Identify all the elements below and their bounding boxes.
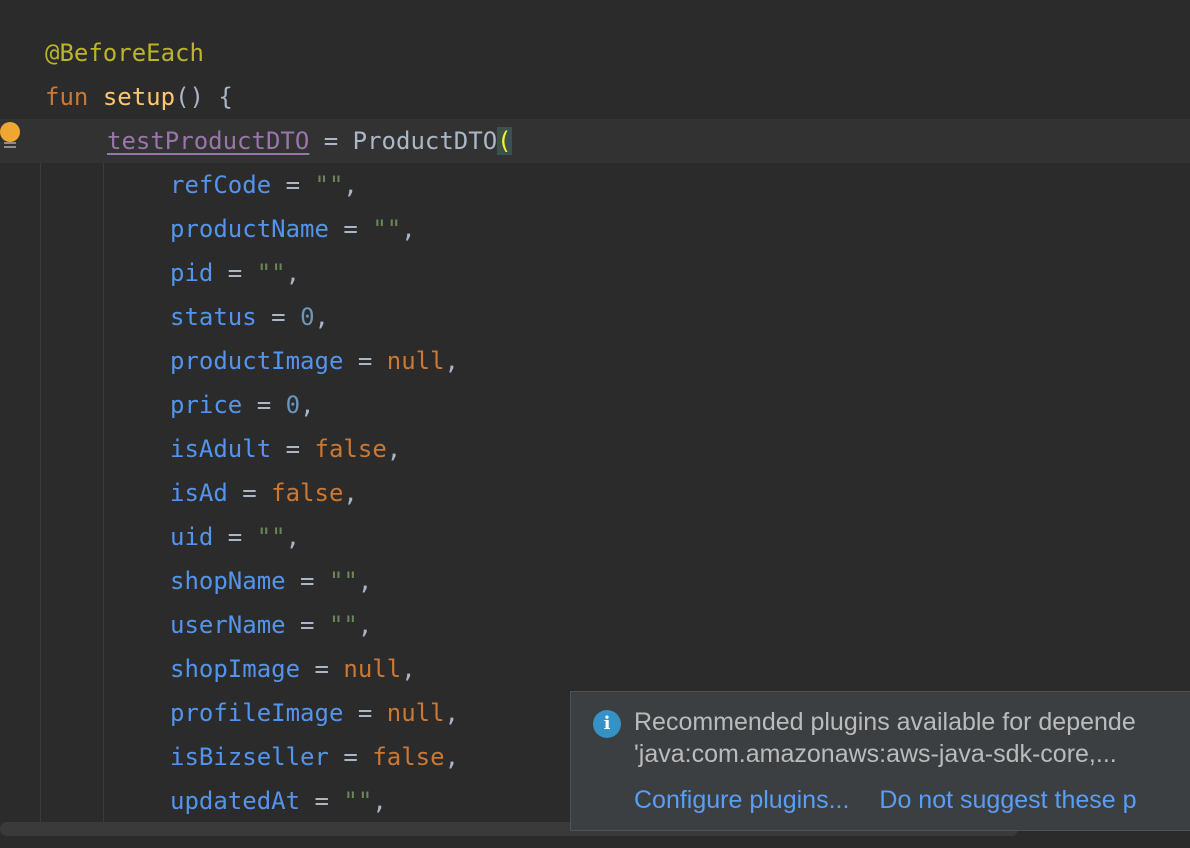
function-tail-token: () { [175,83,233,111]
editor-bottom-edge [0,836,1190,848]
parameter-name-token: profileImage [170,699,344,727]
lightbulb-icon[interactable] [0,121,22,151]
annotation-token: @BeforeEach [45,39,204,67]
argument-value-token: "" [256,259,286,287]
notification-line-1: Recommended plugins available for depend… [634,708,1136,736]
parameter-name-token: userName [170,611,286,639]
code-line-argument: isAd = false, [170,479,358,507]
parameter-name-token: shopImage [170,655,301,683]
argument-value-token: "" [328,611,358,639]
argument-value-token: false [372,743,445,771]
function-name-token: setup [102,83,176,111]
info-icon: i [593,710,621,738]
code-line-argument: updatedAt = "", [170,787,387,815]
argument-value-token: "" [328,567,358,595]
code-line-function: fun setup() { [45,75,233,119]
operator-token: = [309,127,353,155]
code-line-argument: isBizseller = false, [170,743,460,771]
parameter-name-token: isAd [170,479,228,507]
argument-value-token: null [343,655,402,683]
code-line-argument: productImage = null, [170,347,459,375]
code-line-argument: shopImage = null, [170,655,416,683]
matched-paren: ( [497,127,512,155]
plugin-notification: i Recommended plugins available for depe… [570,691,1190,831]
parameter-name-token: isAdult [170,435,272,463]
parameter-name-token: updatedAt [170,787,301,815]
parameter-name-token: pid [170,259,214,287]
argument-value-token: null [386,699,445,727]
argument-value-token: false [314,435,387,463]
indent-guide [40,163,41,822]
code-line-argument: shopName = "", [170,567,373,595]
do-not-suggest-link[interactable]: Do not suggest these p [879,786,1136,814]
parameter-name-token: shopName [170,567,286,595]
keyword-token: fun [45,83,89,111]
argument-value-token: null [386,347,445,375]
argument-value-token: "" [343,787,373,815]
parameter-name-token: price [170,391,243,419]
notification-line-2: 'java:com.amazonaws:aws-java-sdk-core,..… [634,740,1117,768]
parameter-name-token: refCode [170,171,272,199]
code-line-assignment: testProductDTO = ProductDTO( [107,119,512,163]
argument-value-token: 0 [285,391,301,419]
parameter-name-token: productName [170,215,329,243]
parameter-name-token: productImage [170,347,344,375]
argument-value-token: "" [256,523,286,551]
code-line-argument: price = 0, [170,391,315,419]
code-line-argument: isAdult = false, [170,435,402,463]
indent-guide [103,163,104,822]
parameter-name-token: isBizseller [170,743,329,771]
argument-value-token: false [271,479,344,507]
property-token: testProductDTO [107,127,310,155]
code-line-argument: productName = "", [170,215,416,243]
code-line-argument: status = 0, [170,303,329,331]
notification-message: Recommended plugins available for depend… [634,706,1136,770]
configure-plugins-link[interactable]: Configure plugins... [634,786,849,814]
argument-value-token: 0 [300,303,315,331]
notification-actions: Configure plugins... Do not suggest these… [634,786,1167,815]
code-line-annotation: @BeforeEach [45,31,204,75]
code-line-argument: pid = "", [170,259,301,287]
code-line-argument: profileImage = null, [170,699,459,727]
argument-value-token: "" [372,215,402,243]
code-line-argument: uid = "", [170,523,301,551]
parameter-name-token: uid [170,523,214,551]
parameter-name-token: status [170,303,257,331]
argument-value-token: "" [314,171,344,199]
code-line-argument: refCode = "", [170,171,358,199]
constructor-token: ProductDTO [352,127,498,155]
code-line-argument: userName = "", [170,611,373,639]
